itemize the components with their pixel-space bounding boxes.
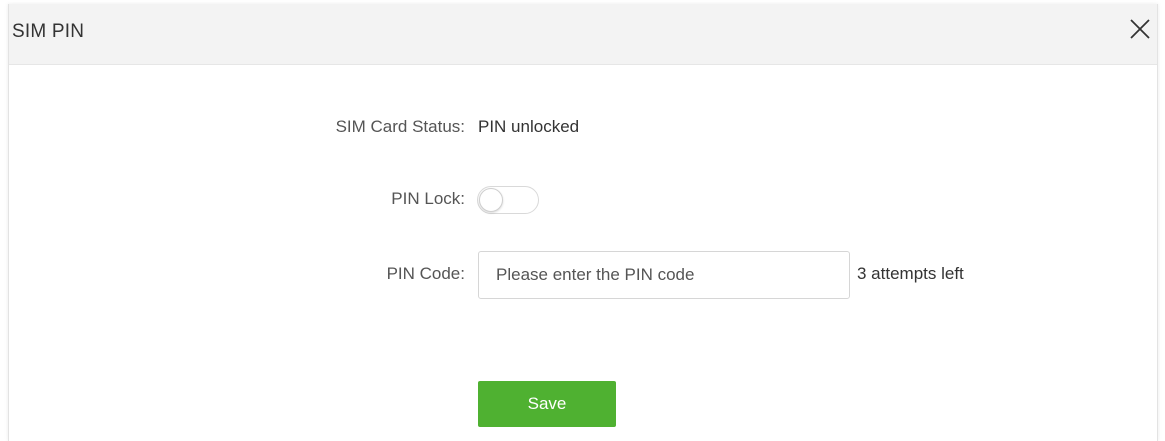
dialog-title: SIM PIN xyxy=(12,21,85,42)
sim-status-label: SIM Card Status: xyxy=(335,117,465,136)
sim-status-value: PIN unlocked xyxy=(478,117,580,136)
pin-lock-label: PIN Lock: xyxy=(391,189,465,208)
pin-code-input[interactable] xyxy=(478,251,850,299)
close-icon xyxy=(1130,19,1150,39)
sim-pin-dialog: SIM PIN xyxy=(8,4,1158,441)
dialog-header: SIM PIN xyxy=(9,4,1157,65)
toggle-knob xyxy=(479,188,503,212)
pin-code-label: PIN Code: xyxy=(386,264,465,283)
save-button[interactable]: Save xyxy=(478,381,616,427)
attempts-left-text: 3 attempts left xyxy=(857,264,964,283)
pin-lock-toggle[interactable] xyxy=(477,186,539,214)
close-button[interactable] xyxy=(1127,16,1153,42)
